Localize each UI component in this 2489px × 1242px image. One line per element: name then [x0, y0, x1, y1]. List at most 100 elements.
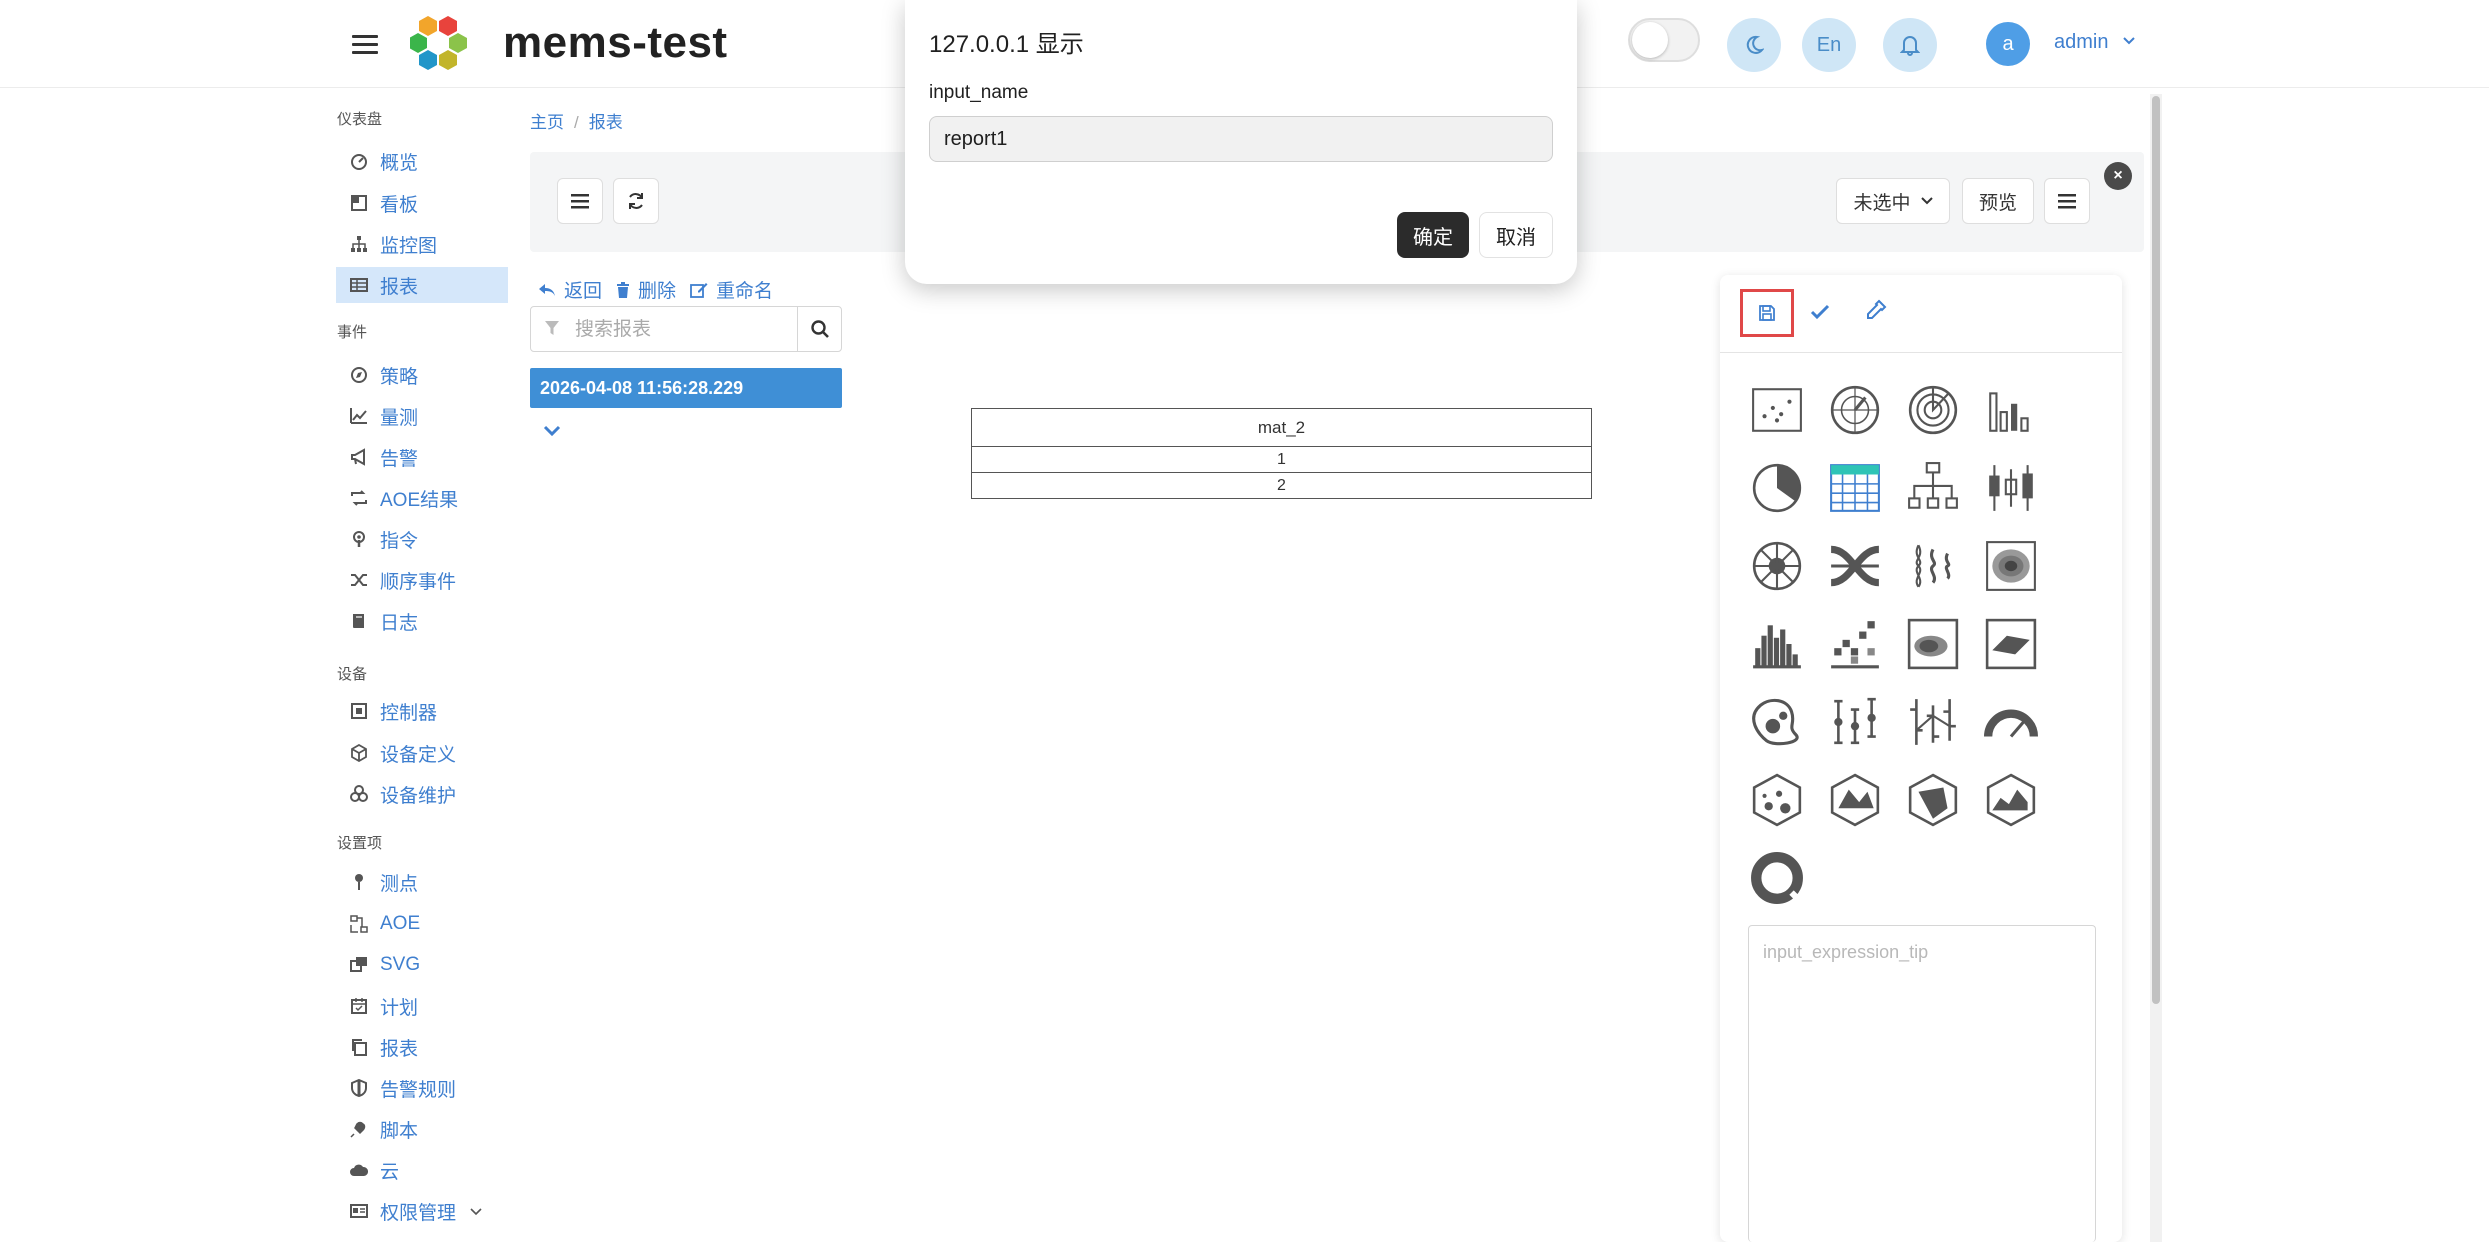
error-bar-chart-icon[interactable] [1828, 695, 1882, 749]
chevron-down-icon[interactable] [542, 424, 562, 438]
dropdown-value: 未选中 [1853, 192, 1911, 214]
table-header[interactable]: mat_2 [971, 408, 1592, 447]
sidebar-item[interactable]: 告警 [336, 439, 508, 475]
sidebar-item[interactable]: SVG [336, 947, 508, 983]
contour-chart-icon[interactable] [1984, 539, 2038, 593]
sidebar-item[interactable]: 看板 [336, 185, 508, 221]
sidebar-item[interactable]: 告警规则 [336, 1070, 508, 1106]
pie-chart-icon[interactable] [1750, 461, 1804, 515]
sidebar-item[interactable]: 日志 [336, 603, 508, 639]
gauge-chart-icon[interactable] [1984, 695, 2038, 749]
volume-3d-chart-icon[interactable] [1906, 773, 1960, 827]
menu-toggle-icon[interactable] [352, 30, 378, 58]
histogram-chart-icon[interactable] [1750, 617, 1804, 671]
list-button[interactable] [557, 178, 603, 224]
sidebar-item-label: 监控图 [380, 235, 438, 257]
density-chart-icon[interactable] [1906, 617, 1960, 671]
report-list-item[interactable]: 2026-04-08 11:56:28.229 [530, 368, 842, 408]
tree-chart-icon[interactable] [1906, 461, 1960, 515]
dialog-name-input[interactable] [929, 116, 1553, 162]
bubble-3d-chart-icon[interactable] [1750, 773, 1804, 827]
sidebar-item[interactable]: 指令 [336, 521, 508, 557]
report-data-table: mat_2 1 2 [971, 408, 1592, 499]
rename-button[interactable]: 重命名 [690, 276, 773, 303]
sidebar-item[interactable]: 监控图 [336, 226, 508, 262]
save-button[interactable] [1740, 289, 1794, 337]
cubes-icon [350, 785, 368, 803]
preview-button[interactable]: 预览 [1962, 178, 2034, 224]
chart-select-dropdown[interactable]: 未选中 [1836, 178, 1950, 224]
expression-editor [1748, 925, 2096, 1242]
eyedropper-icon[interactable] [1865, 299, 1887, 321]
search-icon [810, 320, 829, 338]
heatmap-chart-icon[interactable] [1828, 617, 1882, 671]
dialog-cancel-button[interactable]: 取消 [1479, 212, 1553, 258]
more-menu-button[interactable] [2044, 178, 2090, 224]
sidebar-item[interactable]: 设备维护 [336, 776, 508, 812]
bar-chart-icon[interactable] [1984, 383, 2038, 437]
theme-toggle[interactable] [1628, 18, 1700, 62]
polar-chart-icon[interactable] [1828, 383, 1882, 437]
search-input[interactable] [575, 315, 775, 345]
sidebar-item[interactable]: 云 [336, 1152, 508, 1188]
save-icon [1759, 305, 1775, 321]
sidebar-item[interactable]: 报表 [336, 1029, 508, 1065]
ohlc-chart-icon[interactable] [1906, 695, 1960, 749]
chevron-down-icon[interactable] [2122, 34, 2136, 48]
sunburst-chart-icon[interactable] [1750, 539, 1804, 593]
back-label: 返回 [564, 281, 603, 302]
sidebar-item[interactable]: 脚本 [336, 1111, 508, 1147]
choropleth-chart-icon[interactable] [1750, 695, 1804, 749]
radial-chart-icon[interactable] [1906, 383, 1960, 437]
moon-icon [1746, 35, 1764, 54]
sankey-chart-icon[interactable] [1828, 539, 1882, 593]
candlestick-chart-icon[interactable] [1984, 461, 2038, 515]
breadcrumb-home[interactable]: 主页 [530, 113, 564, 132]
dark-mode-button[interactable] [1727, 18, 1781, 72]
violin-chart-icon[interactable] [1906, 539, 1960, 593]
table-cell[interactable]: 1 [971, 446, 1592, 473]
retweet-icon [350, 489, 368, 507]
refresh-button[interactable] [613, 178, 659, 224]
sidebar-item[interactable]: 测点 [336, 864, 508, 900]
back-button[interactable]: 返回 [538, 276, 602, 303]
mesh-3d-chart-icon[interactable] [1828, 773, 1882, 827]
surface-chart-icon[interactable] [1984, 617, 2038, 671]
notification-button[interactable] [1883, 18, 1937, 72]
breadcrumb-current[interactable]: 报表 [589, 113, 623, 132]
table-cell[interactable]: 2 [971, 472, 1592, 499]
sidebar-item-label: 脚本 [380, 1120, 419, 1142]
sidebar-item[interactable]: 权限管理 [336, 1193, 508, 1229]
preview-label: 预览 [1978, 192, 2017, 214]
user-name[interactable]: admin [2054, 31, 2108, 54]
expression-input[interactable] [1749, 926, 2095, 1242]
sidebar-item-label: 计划 [380, 997, 419, 1019]
scatter-chart-icon[interactable] [1750, 383, 1804, 437]
sidebar-item[interactable]: AOE [336, 906, 508, 942]
sidebar-item[interactable]: 顺序事件 [336, 562, 508, 598]
breadcrumb: 主页 / 报表 [530, 113, 623, 132]
sidebar-item[interactable]: 概览 [336, 143, 508, 179]
sidebar-item-label: 测点 [380, 873, 419, 895]
flow-icon [350, 915, 368, 933]
close-icon[interactable]: × [2104, 162, 2132, 190]
user-avatar[interactable]: a [1986, 22, 2030, 66]
sidebar-item[interactable]: 设备定义 [336, 735, 508, 771]
sidebar-item[interactable]: 报表 [336, 267, 508, 303]
language-button[interactable]: En [1802, 18, 1856, 72]
sidebar-item[interactable]: 策略 [336, 357, 508, 393]
search-button[interactable] [797, 307, 841, 351]
scrollbar-thumb[interactable] [2152, 96, 2160, 1004]
delete-button[interactable]: 删除 [616, 276, 676, 303]
sidebar-item[interactable]: AOE结果 [336, 480, 508, 516]
sidebar-item[interactable]: 控制器 [336, 693, 508, 729]
donut-chart-icon[interactable] [1750, 851, 1804, 905]
prompt-dialog: 127.0.0.1 显示 input_name 确定 取消 [905, 0, 1577, 284]
sidebar-item-label: 告警规则 [380, 1079, 457, 1101]
sidebar-item[interactable]: 量测 [336, 398, 508, 434]
check-icon[interactable] [1810, 303, 1830, 321]
dialog-ok-button[interactable]: 确定 [1397, 212, 1469, 258]
sidebar-item[interactable]: 计划 [336, 988, 508, 1024]
terrain-3d-chart-icon[interactable] [1984, 773, 2038, 827]
table-chart-icon[interactable] [1828, 461, 1882, 515]
